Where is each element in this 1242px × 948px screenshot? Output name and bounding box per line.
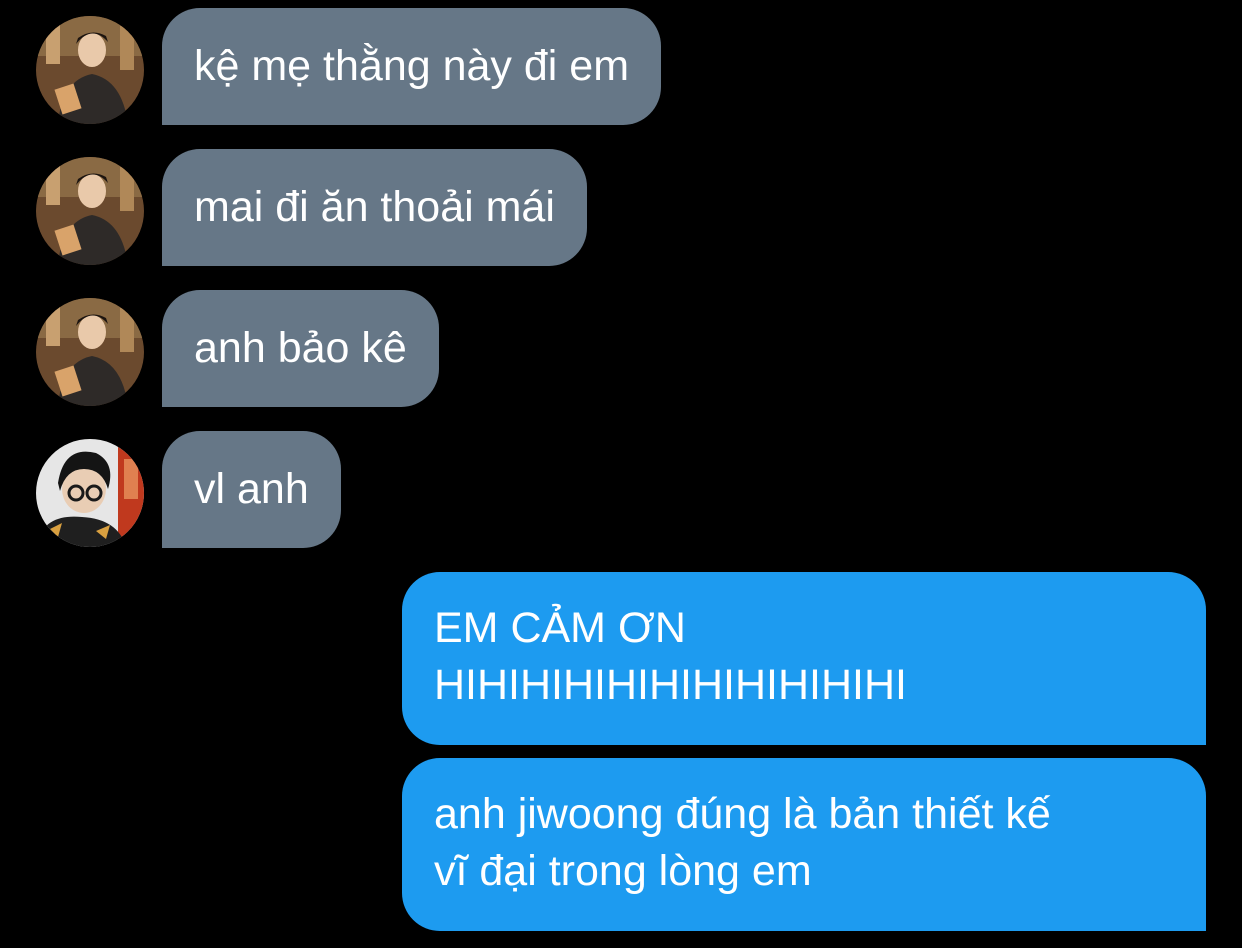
message-text-line: anh jiwoong đúng là bản thiết kế: [434, 790, 1051, 838]
incoming-message-bubble[interactable]: anh bảo kê: [162, 290, 439, 407]
avatar-photo-icon: [36, 298, 144, 406]
avatar-photo-icon: [36, 16, 144, 124]
outgoing-message-bubble[interactable]: EM CẢM ƠN HIHIHIHIHIHIHIHIHIHIHI: [402, 572, 1206, 745]
message-text: kệ mẹ thằng này đi em: [194, 42, 630, 90]
message-text-line: vĩ đại trong lòng em: [434, 847, 812, 895]
avatar-photo-icon: [36, 439, 144, 547]
avatar[interactable]: [36, 298, 144, 406]
message-text: anh bảo kê: [194, 324, 407, 372]
outgoing-message-bubble[interactable]: anh jiwoong đúng là bản thiết kế vĩ đại …: [402, 758, 1206, 931]
message-text-line: HIHIHIHIHIHIHIHIHIHIHI: [434, 661, 907, 709]
incoming-message-bubble[interactable]: mai đi ăn thoải mái: [162, 149, 587, 266]
avatar[interactable]: [36, 16, 144, 124]
incoming-message-bubble[interactable]: kệ mẹ thằng này đi em: [162, 8, 662, 125]
avatar[interactable]: [36, 157, 144, 265]
avatar-photo-icon: [36, 157, 144, 265]
incoming-message-bubble[interactable]: vl anh: [162, 431, 341, 548]
message-text: mai đi ăn thoải mái: [194, 183, 555, 231]
message-text-line: EM CẢM ƠN: [434, 604, 686, 652]
avatar[interactable]: [36, 439, 144, 547]
message-text: vl anh: [194, 465, 309, 513]
